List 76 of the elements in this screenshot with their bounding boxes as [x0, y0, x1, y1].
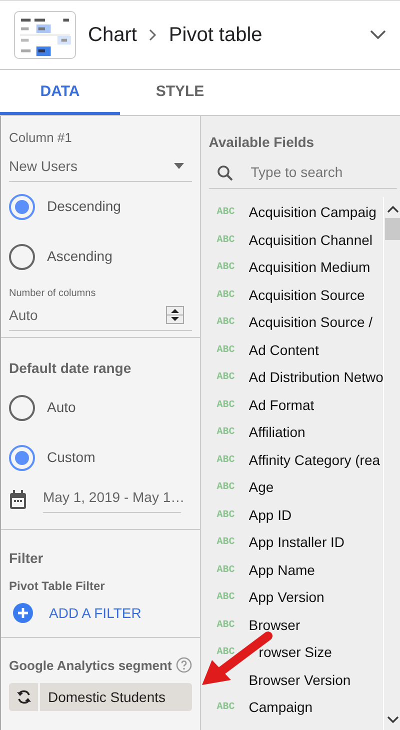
breadcrumb-parent[interactable]: Chart	[88, 20, 137, 50]
radio-button[interactable]	[9, 244, 35, 270]
field-label: Number of columns	[9, 286, 97, 300]
type-label: ABC	[216, 206, 236, 220]
chevron-right-icon	[148, 29, 157, 41]
field-item[interactable]: App ID	[248, 504, 292, 526]
field-item[interactable]: Acquisition Campaig	[248, 202, 376, 224]
number-field[interactable]: Auto	[9, 304, 192, 330]
search-input[interactable]: Type to search	[248, 161, 389, 184]
section-heading: Filter	[9, 548, 44, 568]
type-label: ABC	[216, 591, 236, 606]
type-label: ABC	[216, 288, 236, 303]
type-label: ABC	[216, 234, 236, 248]
type-label: ABC	[216, 508, 236, 523]
field-item[interactable]: Ad Format	[248, 394, 314, 416]
search-icon	[216, 164, 233, 180]
add-filter-link[interactable]: ADD A FILTER	[49, 602, 142, 624]
type-label: ABC	[216, 454, 236, 468]
scrollbar[interactable]	[383, 197, 400, 730]
field-item[interactable]: Browser Version	[248, 670, 351, 691]
scroll-down-icon[interactable]	[386, 716, 400, 724]
type-label: ABC	[216, 371, 236, 386]
field-item[interactable]: Campaign	[248, 697, 313, 718]
help-icon[interactable]	[176, 657, 192, 674]
type-label: ABC	[216, 536, 236, 550]
type-label: ABC	[216, 426, 236, 440]
field-item[interactable]: Acquisition Source	[248, 284, 365, 306]
field-item[interactable]: Acquisition Source /	[248, 312, 373, 334]
subheading: Pivot Table Filter	[9, 578, 106, 594]
section-heading: Google Analytics segment	[9, 656, 172, 675]
radio-button[interactable]	[9, 444, 35, 470]
pivot-table-thumbnail-icon	[14, 11, 76, 59]
field-item[interactable]: App Version	[248, 587, 324, 608]
segment-chip[interactable]: Domestic Students	[9, 683, 192, 711]
type-label: ABC	[216, 316, 236, 330]
type-label: ABC	[216, 646, 236, 660]
date-range-field[interactable]: May 1, 2019 - May 1…	[43, 486, 181, 512]
field-item[interactable]: rowser Size	[258, 642, 332, 664]
scroll-up-icon[interactable]	[386, 205, 400, 213]
caret-down-icon[interactable]	[174, 163, 184, 169]
radio-label[interactable]: Auto	[47, 397, 76, 418]
radio-button[interactable]	[9, 194, 35, 220]
tab[interactable]: STYLE	[120, 70, 240, 115]
radio-label[interactable]: Descending	[47, 196, 121, 217]
scroll-thumb[interactable]	[385, 218, 400, 240]
radio-button[interactable]	[9, 394, 35, 420]
field-item[interactable]: Browser	[248, 614, 300, 636]
spinner-arrows-icon[interactable]	[166, 306, 184, 324]
field-item[interactable]: Ad Content	[248, 340, 319, 361]
field-item[interactable]: App Installer ID	[248, 532, 344, 554]
type-label: ABC	[216, 701, 236, 716]
type-label: ABC	[216, 344, 236, 358]
field-label: Column #1	[9, 129, 73, 147]
chart-type-title: Pivot table	[168, 23, 262, 48]
sort-dropdown[interactable]: New Users	[9, 156, 192, 182]
field-item[interactable]: Age	[248, 477, 274, 498]
type-label: ABC	[216, 618, 236, 633]
field-item[interactable]: Acquisition Medium	[248, 257, 370, 278]
chevron-down-icon[interactable]	[370, 30, 386, 40]
type-label: ABC	[216, 261, 236, 276]
field-item[interactable]: Affiliation	[248, 422, 306, 444]
field-item[interactable]: Ad Distribution Netwo	[248, 367, 384, 388]
calendar-icon	[9, 490, 27, 510]
section-heading: Default date range	[9, 358, 132, 378]
field-item[interactable]: App Name	[248, 560, 315, 581]
field-item[interactable]: Acquisition Channel	[248, 230, 373, 251]
radio-label[interactable]: Custom	[47, 447, 96, 468]
type-label: ABC	[216, 564, 236, 578]
section-heading: Available Fields	[208, 133, 316, 152]
sync-icon[interactable]	[16, 689, 32, 705]
type-label: ABC	[216, 481, 236, 496]
type-label: ABC	[216, 398, 236, 413]
add-icon[interactable]	[13, 603, 33, 623]
radio-label[interactable]: Ascending	[47, 246, 112, 267]
field-item[interactable]: Affinity Category (rea	[248, 450, 380, 471]
search-field[interactable]: Type to search	[208, 161, 398, 189]
